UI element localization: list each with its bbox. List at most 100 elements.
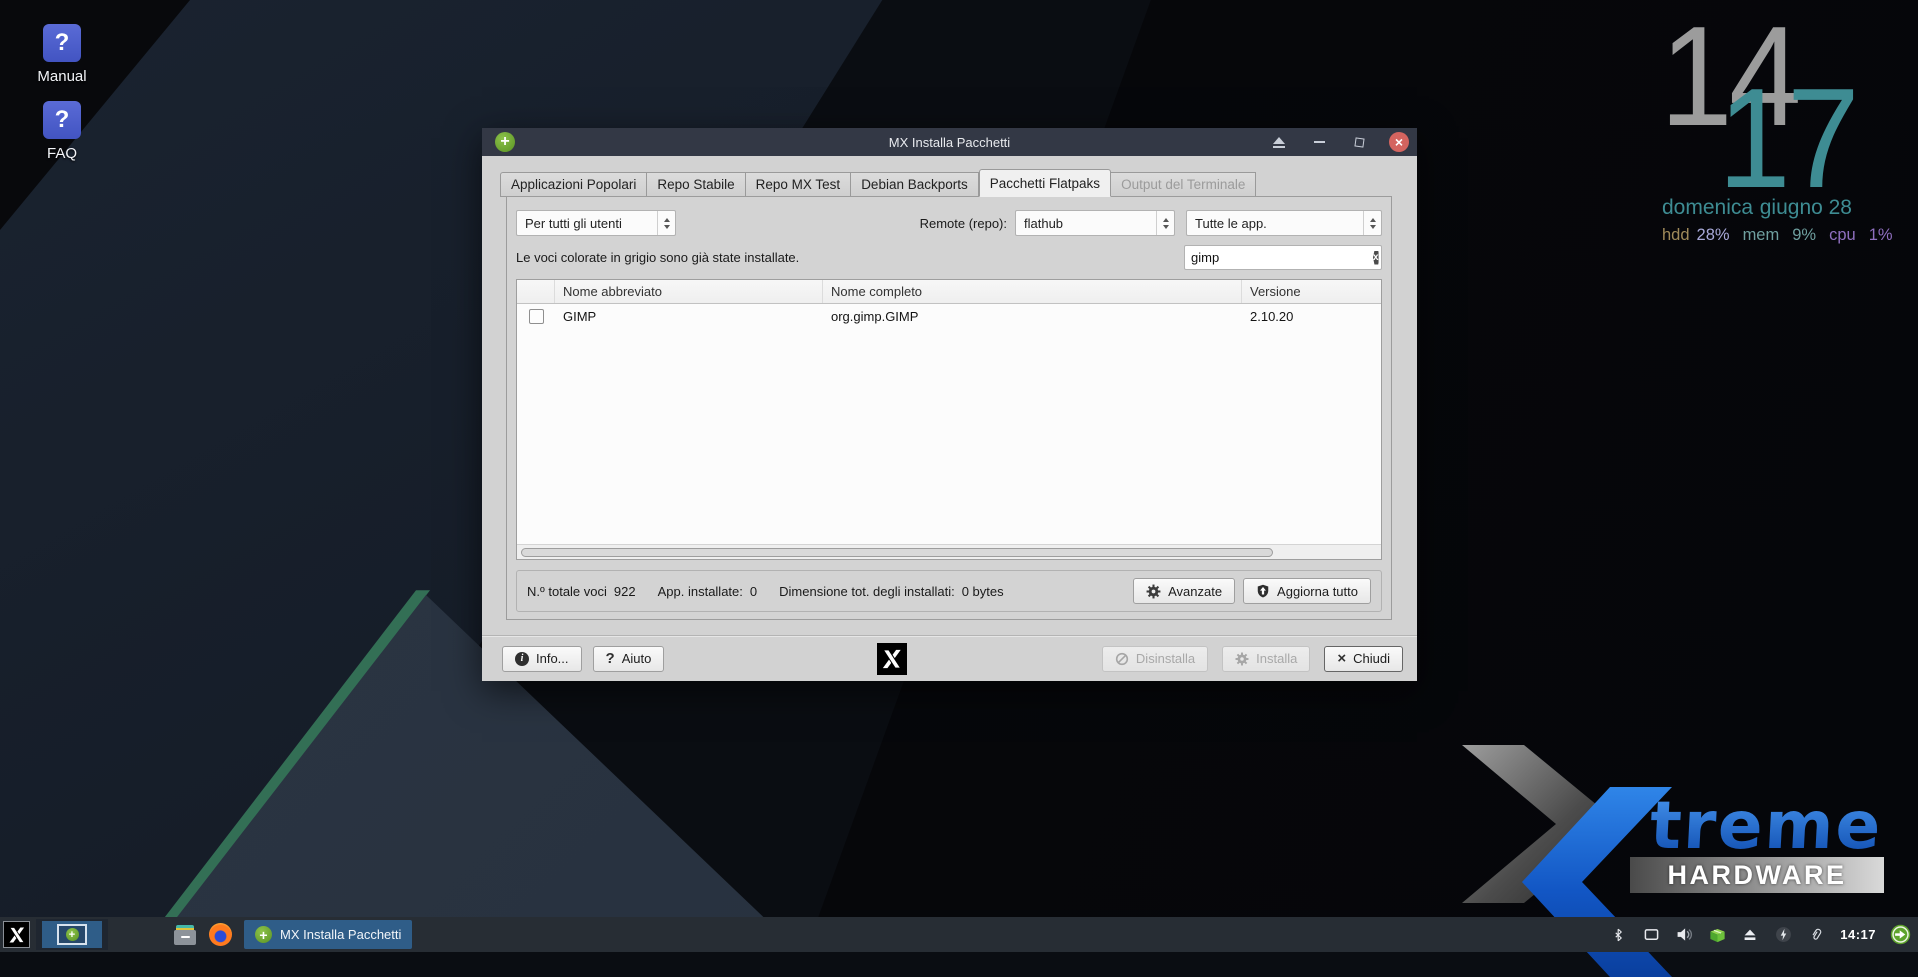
taskbar-clock[interactable]: 14:17	[1840, 927, 1876, 942]
volume-icon[interactable]	[1673, 923, 1695, 947]
install-button-label: Installa	[1256, 651, 1297, 666]
eject-icon[interactable]	[1739, 923, 1761, 947]
installed-apps-stat: App. installate: 0	[658, 584, 758, 599]
remote-repo-select[interactable]: flathub	[1015, 210, 1175, 236]
maximize-button[interactable]	[1349, 132, 1369, 152]
column-header-version[interactable]: Versione	[1242, 280, 1381, 303]
conky-stat-value: 1%	[1869, 226, 1893, 245]
installed-apps-value: 0	[750, 584, 757, 599]
row-checkbox-cell	[517, 304, 555, 328]
desktop-icon-manual[interactable]: ? Manual	[22, 24, 102, 85]
tab-applicazioni-popolari[interactable]: Applicazioni Popolari	[500, 172, 647, 197]
installed-hint-text: Le voci colorate in grigio sono già stat…	[516, 250, 799, 265]
info-button-label: Info...	[536, 651, 569, 666]
install-button[interactable]: Installa	[1222, 646, 1310, 672]
power-icon[interactable]	[1772, 923, 1794, 947]
file-manager-icon[interactable]	[174, 925, 196, 945]
tab-output-terminale[interactable]: Output del Terminale	[1111, 172, 1256, 197]
table-header: Nome abbreviato Nome completo Versione	[517, 280, 1381, 304]
cell-version: 2.10.20	[1242, 304, 1381, 328]
column-header-full-name[interactable]: Nome completo	[823, 280, 1242, 303]
advanced-button-label: Avanzate	[1168, 584, 1222, 599]
row-checkbox[interactable]	[529, 309, 544, 324]
no-entry-icon	[1115, 652, 1129, 666]
firefox-icon[interactable]	[209, 923, 232, 946]
table-row[interactable]: GIMP org.gimp.GIMP 2.10.20	[517, 304, 1381, 328]
update-all-button[interactable]: Aggiorna tutto	[1243, 578, 1371, 604]
close-button[interactable]: ×	[1389, 132, 1409, 152]
column-header-short-name[interactable]: Nome abbreviato	[555, 280, 823, 303]
bluetooth-icon[interactable]	[1607, 923, 1629, 947]
minimize-button[interactable]	[1309, 132, 1329, 152]
desktop-icon-label: FAQ	[47, 145, 77, 162]
uninstall-button-label: Disinstalla	[1136, 651, 1195, 666]
minimize-icon	[1314, 141, 1325, 143]
total-items-value: 922	[614, 584, 636, 599]
mx-package-installer-window: + MX Installa Pacchetti × Applicazioni P…	[482, 128, 1417, 681]
search-input[interactable]	[1185, 250, 1373, 265]
task-button-label: MX Installa Pacchetti	[280, 927, 401, 942]
help-button-label: Aiuto	[622, 651, 652, 666]
window-controls: ×	[1269, 128, 1409, 156]
conky-weekday: domenica	[1662, 196, 1753, 220]
question-icon: ?	[606, 650, 615, 667]
tab-pacchetti-flatpaks[interactable]: Pacchetti Flatpaks	[979, 169, 1111, 197]
tab-repo-stabile[interactable]: Repo Stabile	[647, 172, 745, 197]
updater-box-icon[interactable]	[1706, 923, 1728, 947]
gear-icon	[1146, 584, 1161, 599]
close-icon: ×	[1395, 135, 1403, 149]
conky-stat-label: cpu	[1829, 226, 1856, 245]
scrollbar-thumb[interactable]	[521, 548, 1273, 557]
app-filter-select[interactable]: Tutte le app.	[1186, 210, 1382, 236]
display-icon[interactable]	[1640, 923, 1662, 947]
info-icon: i	[515, 652, 529, 666]
shade-button[interactable]	[1269, 132, 1289, 152]
desktop-icon-faq[interactable]: ? FAQ	[22, 101, 102, 162]
system-tray: 14:17	[1607, 923, 1911, 947]
user-scope-select[interactable]: Per tutti gli utenti	[516, 210, 676, 236]
app-menu-button[interactable]	[3, 921, 30, 948]
session-icon[interactable]	[1889, 923, 1911, 947]
spinner-arrows-icon	[1156, 211, 1174, 235]
clipboard-icon[interactable]	[1805, 923, 1827, 947]
titlebar[interactable]: + MX Installa Pacchetti ×	[482, 128, 1417, 156]
filter-row: Per tutti gli utenti Remote (repo): flat…	[516, 210, 1382, 236]
tab-repo-mx-test[interactable]: Repo MX Test	[746, 172, 852, 197]
remote-repo-label: Remote (repo):	[920, 216, 1007, 231]
shade-icon	[1273, 137, 1285, 148]
tab-debian-backports[interactable]: Debian Backports	[851, 172, 979, 197]
workspace-pager[interactable]: +	[36, 919, 108, 950]
horizontal-scrollbar[interactable]	[517, 544, 1381, 559]
spinner-arrows-icon	[1363, 211, 1381, 235]
logo-hardware-text: HARDWARE	[1630, 857, 1884, 893]
active-workspace[interactable]: +	[42, 921, 102, 948]
clear-search-icon[interactable]: x	[1373, 251, 1379, 265]
close-x-icon: ×	[1337, 651, 1346, 666]
conky-stats: hdd 28% mem 9% cpu 1%	[1662, 226, 1860, 245]
help-button[interactable]: ? Aiuto	[593, 646, 665, 672]
uninstall-button[interactable]: Disinstalla	[1102, 646, 1208, 672]
footer-left-buttons: i Info... ? Aiuto	[502, 646, 664, 672]
search-box[interactable]: x	[1184, 245, 1382, 270]
cell-short-name: GIMP	[555, 304, 823, 328]
hint-row: Le voci colorate in grigio sono già stat…	[516, 245, 1382, 270]
desktop-icon-label: Manual	[37, 68, 86, 85]
logo-treme-text: treme	[1648, 787, 1884, 864]
task-button-mx-installer[interactable]: + MX Installa Pacchetti	[244, 920, 412, 949]
advanced-button[interactable]: Avanzate	[1133, 578, 1235, 604]
question-mark-icon: ?	[43, 24, 81, 62]
app-filter-value: Tutte le app.	[1195, 216, 1355, 231]
user-scope-value: Per tutti gli utenti	[525, 216, 649, 231]
checkbox-column-header[interactable]	[517, 280, 555, 303]
shield-up-icon	[1256, 584, 1270, 598]
conky-widget: 14 17 domenica giugno 28 hdd 28% mem 9% …	[1660, 34, 1890, 264]
taskbar: + + MX Installa Pacchetti	[0, 917, 1918, 952]
info-button[interactable]: i Info...	[502, 646, 582, 672]
total-items-stat: N.º totale voci 922	[527, 584, 636, 599]
installed-size-stat: Dimensione tot. degli installati: 0 byte…	[779, 584, 1004, 599]
spinner-arrows-icon	[657, 211, 675, 235]
gear-icon	[1235, 652, 1249, 666]
close-dialog-button[interactable]: × Chiudi	[1324, 646, 1403, 672]
tab-bar: Applicazioni Popolari Repo Stabile Repo …	[500, 169, 1256, 197]
conky-stat-value: 28%	[1697, 226, 1730, 245]
